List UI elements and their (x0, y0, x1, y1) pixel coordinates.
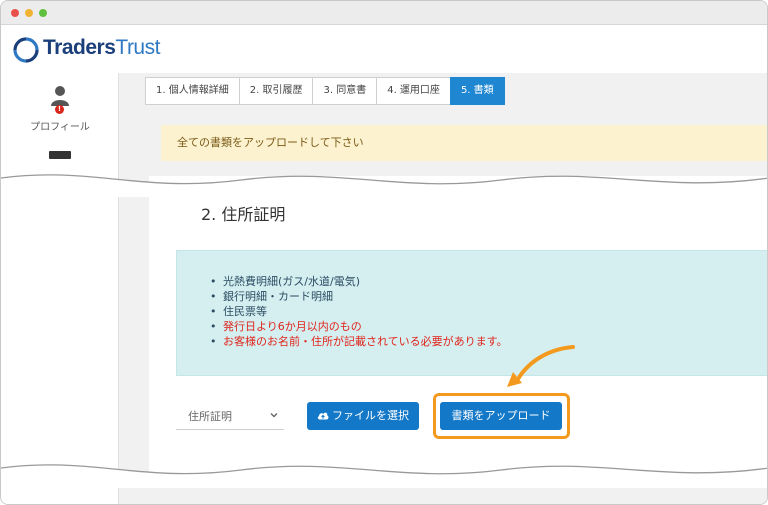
step-tabs: 1. 個人情報詳細 2. 取引履歴 3. 同意書 4. 運用口座 5. 書類 (145, 77, 505, 105)
zoom-window-button[interactable] (39, 9, 47, 17)
upload-document-button[interactable]: 書類をアップロード (440, 402, 562, 430)
requirements-list: 光熱費明細(ガス/水道/電気) 銀行明細・カード明細 住民票等 発行日より6か月… (210, 274, 508, 349)
list-item: 住民票等 (210, 304, 508, 319)
brand-name-bold: Traders (43, 36, 116, 59)
document-type-value: 住所証明 (188, 410, 232, 423)
tab-trading-account[interactable]: 4. 運用口座 (376, 77, 451, 105)
sidebar-item-label: プロフィール (30, 122, 90, 133)
chevron-down-icon (270, 413, 278, 418)
browser-window: TradersTrust ! プロフィール 1. 個人情報詳細 2. 取引履歴 … (0, 0, 768, 505)
cloud-upload-icon (317, 412, 329, 420)
wallet-icon[interactable] (49, 151, 71, 159)
alert-icon: ! (55, 105, 64, 114)
list-item: 光熱費明細(ガス/水道/電気) (210, 274, 508, 289)
brand-name-light: Trust (115, 36, 160, 59)
list-item-warning: お客様のお名前・住所が記載されている必要があります。 (210, 334, 508, 349)
sidebar: ! プロフィール (1, 73, 119, 504)
list-item-warning: 発行日より6か月以内のもの (210, 319, 508, 334)
site-header: TradersTrust (1, 25, 767, 73)
upload-notice: 全ての書類をアップロードして下さい (161, 125, 767, 161)
choose-file-button[interactable]: ファイルを選択 (307, 402, 419, 430)
close-window-button[interactable] (11, 9, 19, 17)
list-item: 銀行明細・カード明細 (210, 289, 508, 304)
minimize-window-button[interactable] (25, 9, 33, 17)
section-title: 2. 住所証明 (201, 205, 286, 224)
traderstrust-logo-icon (13, 37, 39, 63)
user-icon (51, 86, 69, 106)
window-titlebar (1, 1, 767, 25)
tab-documents[interactable]: 5. 書類 (449, 77, 505, 105)
document-type-select[interactable]: 住所証明 (176, 402, 284, 430)
tab-trading-history[interactable]: 2. 取引履歴 (238, 77, 314, 105)
tab-agreement[interactable]: 3. 同意書 (312, 77, 378, 105)
brand-logo[interactable]: TradersTrust (43, 36, 160, 60)
tab-personal-details[interactable]: 1. 個人情報詳細 (145, 77, 240, 105)
choose-file-label: ファイルを選択 (332, 409, 409, 422)
